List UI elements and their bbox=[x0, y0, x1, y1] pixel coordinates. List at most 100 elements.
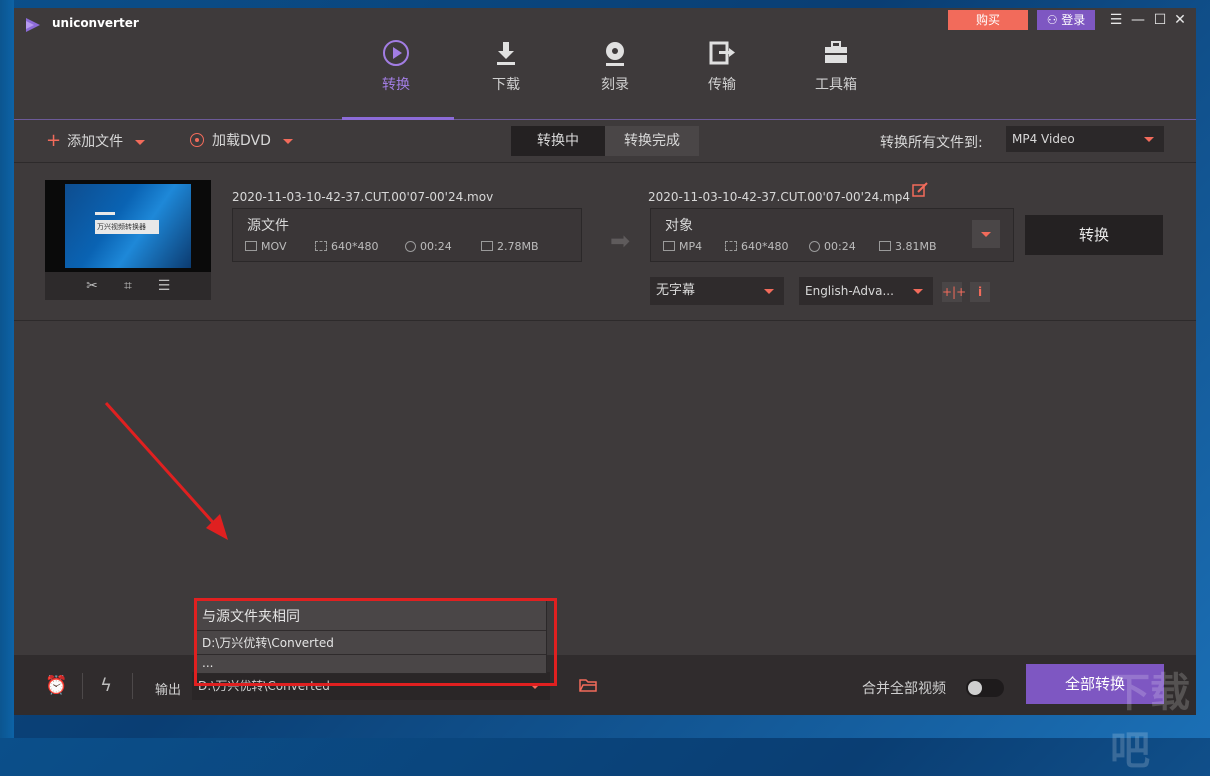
nav-download[interactable]: 下载 bbox=[461, 38, 551, 108]
convert-all-to-label: 转换所有文件到: bbox=[880, 135, 983, 151]
thumbnail-bar bbox=[95, 212, 115, 215]
nav-convert[interactable]: 转换 bbox=[351, 38, 441, 108]
desktop-background bbox=[0, 0, 14, 738]
nav-burn[interactable]: 刻录 bbox=[570, 38, 660, 108]
watermark-logo: 下载吧 bbox=[1110, 660, 1210, 776]
source-filename: 2020-11-03-10-42-37.CUT.00'07-00'24.mov bbox=[232, 190, 494, 204]
file-item: 万兴视频转换器 ✂ ⌗ ☰ 2020-11-03-10-42-37.CUT.00… bbox=[14, 163, 1196, 321]
output-label: 输出 bbox=[155, 683, 182, 698]
merge-all-toggle[interactable] bbox=[966, 679, 1004, 697]
source-duration: 00:24 bbox=[405, 240, 452, 253]
login-label: 登录 bbox=[1061, 13, 1086, 27]
resolution-icon bbox=[725, 241, 737, 251]
nav-label: 传输 bbox=[708, 77, 736, 93]
annotation-highlight-box bbox=[194, 598, 557, 686]
menu-icon[interactable]: ☰ bbox=[1106, 10, 1126, 30]
target-resolution: 640*480 bbox=[725, 240, 789, 253]
alarm-clock-icon[interactable]: ⏰ bbox=[45, 675, 67, 697]
crop-icon[interactable]: ⌗ bbox=[119, 277, 137, 295]
nav-label: 下载 bbox=[492, 77, 520, 93]
subtitle-select[interactable]: 无字幕 bbox=[650, 277, 784, 305]
open-folder-icon[interactable] bbox=[579, 677, 597, 693]
source-resolution: 640*480 bbox=[315, 240, 379, 253]
convert-icon bbox=[383, 40, 409, 66]
thumbnail-tools: ✂ ⌗ ☰ bbox=[45, 272, 211, 300]
login-button[interactable]: ⚇ 登录 bbox=[1037, 10, 1095, 30]
clock-icon bbox=[405, 241, 416, 252]
close-button[interactable]: ✕ bbox=[1170, 10, 1190, 30]
target-resolution-value: 640*480 bbox=[741, 240, 789, 253]
scissors-icon[interactable]: ✂ bbox=[83, 277, 101, 295]
arrow-right-icon: ➡ bbox=[610, 227, 631, 255]
buy-button[interactable]: 购买 bbox=[948, 10, 1028, 30]
minimize-button[interactable]: — bbox=[1128, 10, 1148, 30]
toolbar: + 添加文件 加载DVD 转换中 转换完成 转换所有文件到: MP4 Video bbox=[14, 120, 1196, 163]
logo-icon bbox=[26, 18, 40, 32]
target-format-dropdown[interactable] bbox=[972, 220, 1000, 248]
folder-icon bbox=[879, 241, 891, 251]
toolbox-icon bbox=[825, 41, 847, 63]
tab-converting[interactable]: 转换中 bbox=[511, 126, 605, 156]
info-icon[interactable]: i bbox=[970, 282, 990, 302]
toggle-knob bbox=[968, 681, 982, 695]
source-duration-value: 00:24 bbox=[420, 240, 452, 253]
resolution-icon bbox=[315, 241, 327, 251]
audio-track-select[interactable]: English-Adva... bbox=[799, 277, 933, 305]
tab-converted[interactable]: 转换完成 bbox=[605, 126, 699, 156]
lightning-icon[interactable]: ϟ bbox=[95, 675, 117, 697]
target-duration-value: 00:24 bbox=[824, 240, 856, 253]
load-dvd-button[interactable]: 加载DVD bbox=[190, 130, 293, 150]
nav-toolbox[interactable]: 工具箱 bbox=[791, 38, 881, 108]
disc-icon bbox=[190, 133, 204, 147]
app-title: uniconverter bbox=[52, 16, 139, 30]
source-size-value: 2.78MB bbox=[497, 240, 539, 253]
target-format: MP4 bbox=[663, 240, 702, 253]
chevron-down-icon bbox=[913, 289, 923, 294]
audio-track-value: English-Adva... bbox=[805, 284, 894, 298]
target-info: 对象 MP4 640*480 00:24 3.81MB bbox=[650, 208, 1014, 262]
target-duration: 00:24 bbox=[809, 240, 856, 253]
watermark-text: 下载吧 bbox=[1110, 670, 1190, 774]
chevron-down-icon bbox=[764, 289, 774, 294]
app-window: uniconverter 购买 ⚇ 登录 ☰ — ☐ ✕ 转换 下载 刻录 传输… bbox=[14, 8, 1196, 715]
burn-icon bbox=[606, 42, 624, 66]
video-thumbnail[interactable]: 万兴视频转换器 bbox=[45, 180, 211, 272]
source-label: 源文件 bbox=[247, 218, 289, 234]
add-files-button[interactable]: + 添加文件 bbox=[46, 130, 146, 151]
edit-icon[interactable] bbox=[912, 182, 928, 198]
bottom-bar: ⏰ ϟ 输出 D:\万兴优转\Converted 合并全部视频 全部转换 bbox=[14, 655, 1196, 715]
output-format-value: MP4 Video bbox=[1012, 132, 1075, 146]
transfer-icon bbox=[709, 41, 735, 65]
chevron-down-icon[interactable] bbox=[282, 138, 293, 144]
divider bbox=[132, 673, 133, 699]
chevron-down-icon bbox=[981, 232, 991, 237]
source-size: 2.78MB bbox=[481, 240, 539, 253]
convert-button[interactable]: 转换 bbox=[1025, 215, 1163, 255]
film-icon bbox=[663, 241, 675, 251]
nav-label: 刻录 bbox=[601, 77, 629, 93]
subtitle-value: 无字幕 bbox=[656, 283, 696, 298]
target-label: 对象 bbox=[665, 218, 693, 234]
add-files-label: 添加文件 bbox=[67, 134, 124, 150]
effects-icon[interactable]: ☰ bbox=[155, 277, 173, 295]
download-icon bbox=[497, 42, 515, 65]
merge-all-label: 合并全部视频 bbox=[862, 681, 946, 697]
nav-transfer[interactable]: 传输 bbox=[677, 38, 767, 108]
source-format: MOV bbox=[245, 240, 286, 253]
output-format-select[interactable]: MP4 Video bbox=[1006, 126, 1164, 152]
nav-label: 转换 bbox=[382, 77, 410, 93]
title-bar: uniconverter 购买 ⚇ 登录 ☰ — ☐ ✕ 转换 下载 刻录 传输… bbox=[14, 8, 1196, 118]
add-audio-icon[interactable]: +|+ bbox=[942, 282, 966, 302]
plus-icon: + bbox=[46, 130, 62, 151]
divider bbox=[82, 673, 83, 699]
source-resolution-value: 640*480 bbox=[331, 240, 379, 253]
chevron-down-icon[interactable] bbox=[135, 139, 146, 145]
target-size-value: 3.81MB bbox=[895, 240, 937, 253]
target-format-value: MP4 bbox=[679, 240, 703, 253]
clock-icon bbox=[809, 241, 820, 252]
maximize-button[interactable]: ☐ bbox=[1150, 10, 1170, 30]
load-dvd-label: 加载DVD bbox=[212, 133, 271, 149]
film-icon bbox=[245, 241, 257, 251]
target-size: 3.81MB bbox=[879, 240, 937, 253]
target-filename: 2020-11-03-10-42-37.CUT.00'07-00'24.mp4 bbox=[648, 190, 910, 204]
